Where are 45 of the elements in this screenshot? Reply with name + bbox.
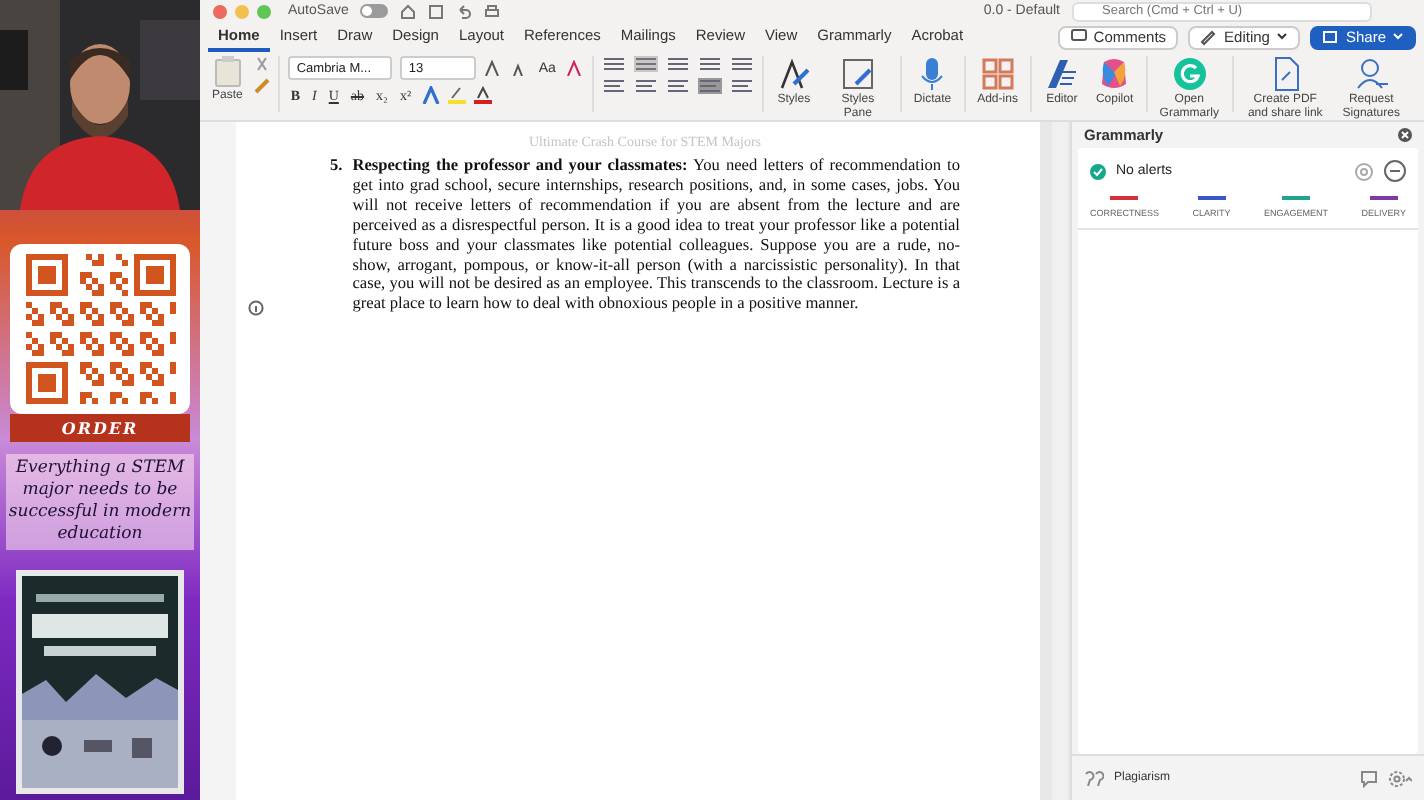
pen-icon [1043,56,1080,92]
align-center-icon[interactable] [633,78,658,94]
styles-icon [775,56,812,92]
share-icon [1321,28,1340,46]
justify-icon[interactable] [697,78,722,94]
pane-icon [839,56,876,92]
undo-icon[interactable] [456,3,473,19]
cut-icon[interactable] [254,56,271,72]
text-effects-icon[interactable] [421,86,440,104]
shrink-font-icon[interactable] [510,60,529,76]
tagline: Everything a STEM major needs to be successful in modern education [6,454,194,550]
pencil-icon [1200,28,1219,46]
increase-indent-icon[interactable] [729,56,754,72]
bullets-icon[interactable] [601,56,626,72]
speech-bubble-icon [1069,28,1088,46]
autosave-toggle[interactable] [360,4,389,18]
line-spacing-icon[interactable] [729,78,754,94]
traffic-lights-icon[interactable] [212,3,276,19]
chevron-down-icon [1275,30,1288,42]
highlight-icon[interactable] [447,86,466,104]
clipboard-icon [213,56,242,88]
info-icon[interactable] [248,300,264,316]
clear-formatting-icon[interactable] [565,60,584,76]
decrease-indent-icon[interactable] [697,56,722,72]
align-left-icon[interactable] [601,78,626,94]
save-icon[interactable] [428,3,445,19]
settings-icon[interactable] [1388,769,1412,787]
grid-icon [979,56,1016,92]
paragraph: Respecting the professor and your classmates: You need letters of recommendation to get into grad school, secure internships, research positions, and, in some cases, jobs. You will not receive letters of recommendation if you are absent from the lecture and are perceived as a disrespectful person. It is a good idea to treat your professor like a potential future boss and your classmates like potential colleagues. Suppose you are a rude, no-show, arrogant, pompous, or know-it-all person (with a narcissistic personality). In that case, you will not be desired as an employee. This transcends to the classroom. Lecture is a great place to learn how to deal with obnoxious people in a positive manner. [352,156,960,315]
home-icon[interactable] [400,3,417,19]
close-icon[interactable] [1398,128,1412,142]
list-number: 5. [330,156,343,178]
grow-font-icon[interactable] [484,60,503,76]
grammarly-icon [1171,56,1208,92]
feedback-icon[interactable] [1360,769,1378,787]
numbering-icon[interactable] [633,56,658,72]
font-color-icon[interactable] [473,86,492,104]
qr-code-icon [25,254,175,404]
chevron-down-icon [1392,30,1404,42]
print-icon[interactable] [484,3,501,19]
check-circle-icon [1090,163,1106,179]
multilevel-list-icon[interactable] [665,56,690,72]
align-right-icon[interactable] [665,78,690,94]
order-label: ORDER [10,414,190,442]
person-icon [1353,56,1390,92]
